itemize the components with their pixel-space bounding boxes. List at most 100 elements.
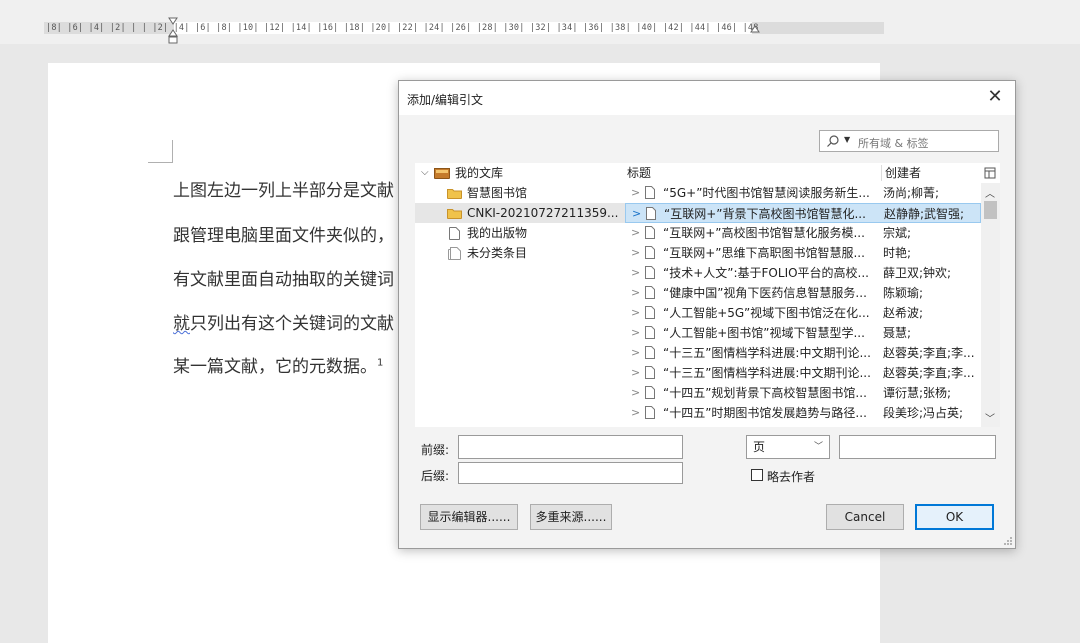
suffix-label: 后缀: (421, 469, 450, 483)
resize-grip-icon[interactable] (1003, 536, 1013, 546)
tree-item-unfiled[interactable]: 未分类条目 (415, 243, 625, 263)
tree-item-my-publications[interactable]: 我的出版物 (415, 223, 625, 243)
document-icon (645, 366, 655, 379)
chevron-right-icon[interactable]: > (631, 263, 640, 283)
scroll-down-icon[interactable]: ﹀ (985, 410, 995, 425)
item-title: “互联网+”思维下高职图书馆智慧服... (663, 246, 865, 260)
list-item[interactable]: > “互联网+”高校图书馆智慧化服务模... 宗斌; (625, 223, 981, 243)
item-title: “十三五”图情档学科进展:中文期刊论... (663, 366, 871, 380)
item-title: “5G+”时代图书馆智慧阅读服务新生... (663, 186, 870, 200)
chevron-right-icon[interactable]: > (631, 403, 640, 423)
chevron-right-icon[interactable]: > (632, 204, 641, 224)
list-item[interactable]: > “人工智能+5G”视域下图书馆泛在化... 赵希波; (625, 303, 981, 323)
omit-author-checkbox[interactable] (751, 469, 763, 481)
tree-label: 我的出版物 (467, 226, 528, 240)
indent-marker-icon[interactable] (168, 16, 178, 44)
list-item[interactable]: > “技术+人文”:基于FOLIO平台的高校... 薛卫双;钟欢; (625, 263, 981, 283)
chevron-right-icon[interactable]: > (631, 303, 640, 323)
collection-tree[interactable]: ⌵ 我的文库 智慧图书馆 CNKI-20210727211359... 我的出版… (415, 163, 625, 427)
document-icon (645, 406, 655, 419)
item-title: “互联网+”高校图书馆智慧化服务模... (663, 226, 865, 240)
list-item[interactable]: > “健康中国”视角下医药信息智慧服务... 陈颖瑜; (625, 283, 981, 303)
chevron-down-icon[interactable]: ⌵ (421, 163, 429, 183)
footnote-marker[interactable]: 1 (377, 357, 383, 368)
chevron-right-icon[interactable]: > (631, 383, 640, 403)
chevron-right-icon[interactable]: > (631, 343, 640, 363)
tree-label-my-library: 我的文库 (455, 166, 504, 180)
suffix-input[interactable] (458, 462, 683, 484)
scroll-thumb[interactable] (984, 201, 997, 219)
list-item[interactable]: > “十四五”时期图书馆发展趋势与路径... 段美珍;冯占英; (625, 403, 981, 423)
items-list[interactable]: 标题 创建者 > “5G+”时代图书馆智慧阅读服务新生... 汤尚;柳菁; > “互联网… (625, 163, 1000, 427)
list-scrollbar[interactable]: ︿ ﹀ (981, 183, 1000, 427)
chevron-right-icon[interactable]: > (631, 363, 640, 383)
cancel-button[interactable]: Cancel (826, 504, 904, 530)
item-creator: 时艳; (883, 246, 912, 260)
document-line-4-rest: 只列出有这个关键词的文献 (190, 314, 394, 334)
tree-item-collection[interactable]: 智慧图书馆 (415, 183, 625, 203)
folder-icon (447, 209, 462, 219)
search-placeholder: 所有域 & 标签 (858, 137, 929, 150)
prefix-input[interactable] (458, 435, 683, 459)
list-item-selected[interactable]: > “互联网+”背景下高校图书馆智慧化... 赵静静;武智强; (625, 203, 981, 223)
list-item[interactable]: > “5G+”时代图书馆智慧阅读服务新生... 汤尚;柳菁; (625, 183, 981, 203)
scroll-up-icon[interactable]: ︿ (985, 185, 995, 200)
list-item[interactable]: > “十三五”图情档学科进展:中文期刊论... 赵蓉英;李直;李... (625, 343, 981, 363)
ruler-margin-right (752, 22, 884, 34)
item-title: “互联网+”背景下高校图书馆智慧化... (664, 207, 866, 221)
document-icon (645, 386, 655, 399)
spellcheck-word[interactable]: 就 (173, 314, 190, 334)
horizontal-ruler: |8| |6| |4| |2| | | |2| |4| |6| |8| |10|… (0, 0, 1080, 44)
list-item[interactable]: > “人工智能+图书馆”视域下智慧型学... 聂慧; (625, 323, 981, 343)
column-picker-icon[interactable] (984, 167, 996, 179)
chevron-right-icon[interactable]: > (631, 283, 640, 303)
item-creator: 赵静静;武智强; (884, 207, 965, 221)
multiple-sources-button[interactable]: 多重来源...... (530, 504, 612, 530)
chevron-right-icon[interactable]: > (631, 323, 640, 343)
document-icon (645, 226, 655, 239)
show-editor-button[interactable]: 显示编辑器...... (420, 504, 518, 530)
document-icon (645, 266, 655, 279)
item-creator: 陈颖瑜; (883, 286, 924, 300)
item-title: “十四五”规划背景下高校智慧图书馆... (663, 386, 867, 400)
document-icon (448, 247, 461, 260)
item-creator: 赵希波; (883, 306, 924, 320)
list-item[interactable]: > “互联网+”思维下高职图书馆智慧服... 时艳; (625, 243, 981, 263)
document-icon (645, 286, 655, 299)
column-header-creator[interactable]: 创建者 (885, 163, 921, 183)
folder-icon (447, 189, 462, 199)
document-line-3[interactable]: 有文献里面自动抽取的关键词 (173, 265, 394, 290)
document-line-4[interactable]: 就只列出有这个关键词的文献 (173, 309, 394, 334)
document-line-5[interactable]: 某一篇文献，它的元数据。1 (173, 352, 383, 377)
item-title: “十三五”图情档学科进展:中文期刊论... (663, 346, 871, 360)
tree-item-collection-selected[interactable]: CNKI-20210727211359... (415, 203, 625, 223)
item-title: “健康中国”视角下医药信息智慧服务... (663, 286, 867, 300)
chevron-right-icon[interactable]: > (631, 183, 640, 203)
tree-item-my-library[interactable]: ⌵ 我的文库 (415, 163, 625, 183)
document-line-1[interactable]: 上图左边一列上半部分是文献 (173, 176, 394, 201)
item-title: “人工智能+5G”视域下图书馆泛在化... (663, 306, 870, 320)
document-line-2[interactable]: 跟管理电脑里面文件夹似的， (173, 221, 394, 246)
dialog-titlebar[interactable]: 添加/编辑引文 ✕ (399, 81, 1015, 115)
tree-label: 智慧图书馆 (467, 186, 528, 200)
tree-label: CNKI-20210727211359... (467, 206, 619, 220)
search-input[interactable]: ▼ 所有域 & 标签 (819, 130, 999, 152)
close-icon[interactable]: ✕ (985, 87, 1005, 107)
item-creator: 段美珍;冯占英; (883, 406, 964, 420)
locator-select[interactable]: 页 ﹀ (746, 435, 830, 459)
document-icon (645, 186, 655, 199)
item-creator: 汤尚;柳菁; (883, 186, 940, 200)
chevron-right-icon[interactable]: > (631, 243, 640, 263)
list-item[interactable]: > “十三五”图情档学科进展:中文期刊论... 赵蓉英;李直;李... (625, 363, 981, 383)
item-creator: 赵蓉英;李直;李... (883, 366, 975, 380)
omit-author-label[interactable]: 略去作者 (767, 468, 815, 485)
item-creator: 赵蓉英;李直;李... (883, 346, 975, 360)
right-indent-marker-icon[interactable] (750, 22, 760, 38)
chevron-right-icon[interactable]: > (631, 223, 640, 243)
column-divider[interactable] (881, 165, 882, 181)
chevron-down-icon[interactable]: ▼ (844, 135, 850, 144)
locator-input[interactable] (839, 435, 996, 459)
list-item[interactable]: > “十四五”规划背景下高校智慧图书馆... 谭衍慧;张杨; (625, 383, 981, 403)
ok-button[interactable]: OK (915, 504, 994, 530)
column-header-title[interactable]: 标题 (627, 163, 651, 183)
